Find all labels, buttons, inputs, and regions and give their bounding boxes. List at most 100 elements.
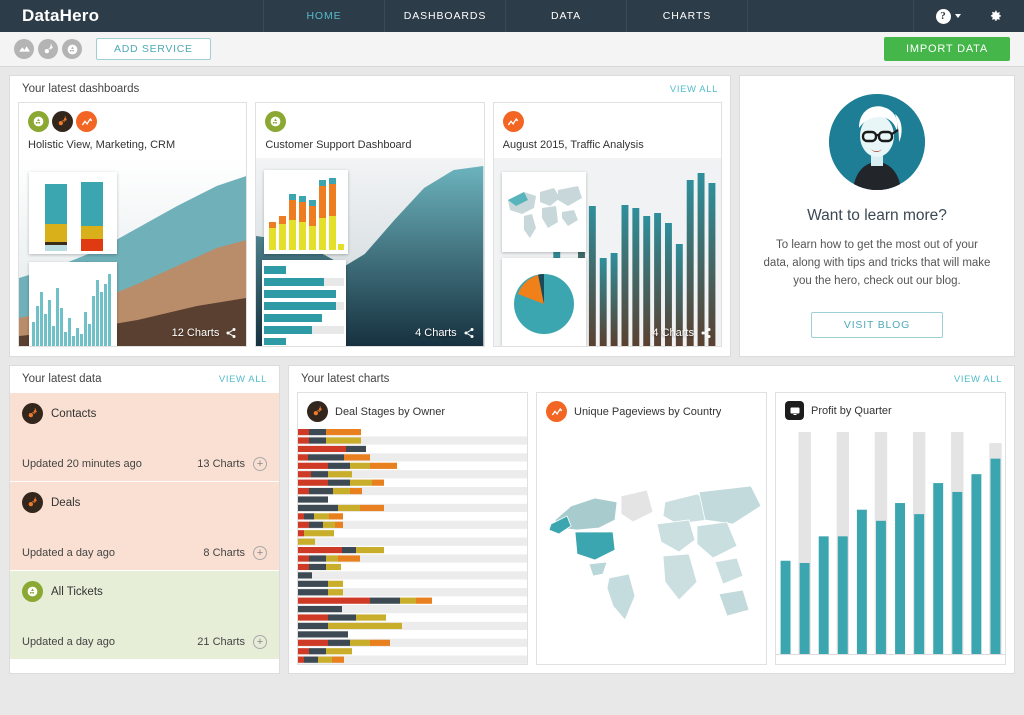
chevron-down-icon <box>954 14 961 18</box>
screen-icon <box>785 401 804 421</box>
latest-dashboards-heading: Your latest dashboards <box>22 83 140 95</box>
hubspot-service-icon[interactable] <box>38 39 58 59</box>
connected-services-icons <box>14 39 82 59</box>
dashboard-card-service-icons <box>265 111 474 132</box>
data-item-name: Deals <box>51 496 81 509</box>
data-item-chart-count: 8 Charts <box>203 547 245 560</box>
latest-data-heading: Your latest data <box>22 373 102 386</box>
dashboard-card-badge: 12 Charts <box>172 327 238 339</box>
top-row: Your latest dashboards VIEW ALL Holistic… <box>9 75 1015 358</box>
data-item-footer: Updated a day ago 21 Charts + <box>22 635 267 650</box>
dashboard-card-title: Holistic View, Marketing, CRM <box>28 139 176 151</box>
dashboards-view-all-link[interactable]: VIEW ALL <box>670 84 718 95</box>
data-item-header: Contacts <box>22 403 267 425</box>
app-logo[interactable]: DataHero <box>0 0 264 32</box>
question-circle-icon: ? <box>935 8 951 24</box>
data-list-item[interactable]: Deals Updated a day ago 8 Charts + <box>10 481 279 571</box>
data-item-chart-count: 13 Charts <box>197 458 245 471</box>
share-icon[interactable] <box>225 327 237 339</box>
latest-charts-header: Your latest charts VIEW ALL <box>289 366 1014 392</box>
data-item-updated: Updated a day ago <box>22 636 115 649</box>
charts-view-all-link[interactable]: VIEW ALL <box>954 374 1002 385</box>
bottom-row: Your latest data VIEW ALL Contacts Updat… <box>9 365 1015 675</box>
chart-card-title: Unique Pageviews by Country <box>574 405 722 418</box>
hero-avatar-illustration <box>829 94 925 190</box>
zendesk-icon <box>265 111 287 132</box>
help-menu-button[interactable]: ? <box>935 8 961 24</box>
dashboard-card-header: Holistic View, Marketing, CRM <box>19 103 246 158</box>
data-item-actions: 8 Charts + <box>203 546 267 561</box>
dashboard-card[interactable]: Holistic View, Marketing, CRM 12 Charts <box>18 102 248 347</box>
secondary-toolbar: ADD SERVICE IMPORT DATA <box>0 32 1024 67</box>
chart-card[interactable]: Profit by Quarter <box>775 392 1006 666</box>
nav-item-dashboards[interactable]: DASHBOARDS <box>385 0 506 32</box>
add-service-button[interactable]: ADD SERVICE <box>96 38 211 60</box>
data-item-footer: Updated a day ago 8 Charts + <box>22 546 267 561</box>
mini-pie-chart <box>501 258 586 346</box>
hubspot-icon <box>22 403 43 425</box>
zendesk-service-icon[interactable] <box>62 39 82 59</box>
top-navigation-bar: DataHero HOME DASHBOARDS DATA CHARTS ? <box>0 0 1024 32</box>
data-item-footer: Updated 20 minutes ago 13 Charts + <box>22 457 267 472</box>
dashboard-card-badge: 4 Charts <box>415 327 475 339</box>
add-chart-icon[interactable]: + <box>253 546 267 561</box>
datahero-icon <box>76 111 97 132</box>
dashboard-card-thumbnail: 12 Charts <box>19 158 247 346</box>
nav-item-data[interactable]: DATA <box>506 0 627 32</box>
nav-item-home[interactable]: HOME <box>264 0 385 32</box>
latest-dashboards-panel: Your latest dashboards VIEW ALL Holistic… <box>9 75 731 358</box>
chart-card-header: Unique Pageviews by Country <box>537 393 766 428</box>
import-data-button[interactable]: IMPORT DATA <box>884 37 1010 61</box>
chart-card-header: Deal Stages by Owner <box>298 393 527 428</box>
mini-bar-chart <box>29 262 117 346</box>
gear-icon[interactable] <box>987 8 1003 24</box>
profit-by-quarter-bar-chart <box>776 426 1005 663</box>
dashboard-card-service-icons <box>502 111 712 132</box>
hubspot-icon <box>22 492 43 514</box>
chart-card[interactable]: Deal Stages by Owner <box>297 392 528 666</box>
add-chart-icon[interactable]: + <box>253 635 267 650</box>
chart-card[interactable]: Unique Pageviews by Country <box>536 392 767 666</box>
dashboard-card-service-icons <box>28 111 237 132</box>
mini-stacked-bar-chart <box>29 172 117 254</box>
data-item-updated: Updated a day ago <box>22 547 115 560</box>
visit-blog-button[interactable]: VISIT BLOG <box>811 312 943 339</box>
chart-card-title: Deal Stages by Owner <box>335 405 446 418</box>
chart-card-title: Profit by Quarter <box>811 404 892 417</box>
dashboard-card-thumbnail: 4 Charts <box>493 158 721 346</box>
latest-data-panel: Your latest data VIEW ALL Contacts Updat… <box>9 365 280 675</box>
dashboard-card-thumbnail: 4 Charts <box>256 158 484 346</box>
deal-stages-bar-chart <box>298 428 527 665</box>
datahero-service-icon[interactable] <box>14 39 34 59</box>
datahero-icon <box>502 111 524 132</box>
chart-cards-list: Deal Stages by Owner Unique Pageviews by… <box>289 392 1014 673</box>
data-item-chart-count: 21 Charts <box>197 636 245 649</box>
data-item-actions: 13 Charts + <box>197 457 267 472</box>
dashboard-card-header: Customer Support Dashboard <box>256 103 483 158</box>
data-item-name: Contacts <box>51 407 97 420</box>
add-chart-icon[interactable]: + <box>253 457 267 472</box>
latest-data-header: Your latest data VIEW ALL <box>10 366 279 392</box>
datahero-icon <box>546 401 567 423</box>
latest-charts-panel: Your latest charts VIEW ALL Deal Stages … <box>288 365 1015 675</box>
nav-item-charts[interactable]: CHARTS <box>627 0 748 32</box>
dashboard-card-badge: 4 Charts <box>652 327 712 339</box>
mini-column-chart <box>264 170 349 254</box>
dashboard-card[interactable]: August 2015, Traffic Analysis 4 Charts <box>492 102 722 347</box>
pageviews-choropleth-map <box>537 428 766 665</box>
mini-horizontal-bar-chart <box>262 260 347 346</box>
data-list-item[interactable]: Contacts Updated 20 minutes ago 13 Chart… <box>10 392 279 482</box>
data-list-item[interactable]: All Tickets Updated a day ago 21 Charts … <box>10 570 279 660</box>
dashboard-cards-list: Holistic View, Marketing, CRM 12 Charts … <box>10 102 730 355</box>
data-view-all-link[interactable]: VIEW ALL <box>219 374 267 385</box>
promo-body-text: To learn how to get the most out of your… <box>763 239 991 287</box>
dashboard-card-title: August 2015, Traffic Analysis <box>502 139 644 151</box>
dashboard-card-title: Customer Support Dashboard <box>265 139 412 151</box>
share-icon[interactable] <box>700 327 712 339</box>
learn-more-promo-panel: Want to learn more? To learn how to get … <box>739 75 1015 358</box>
dashboard-card[interactable]: Customer Support Dashboard 4 Charts <box>255 102 485 347</box>
share-icon[interactable] <box>463 327 475 339</box>
latest-charts-heading: Your latest charts <box>301 373 390 386</box>
data-item-actions: 21 Charts + <box>197 635 267 650</box>
nav-spacer <box>748 0 914 32</box>
